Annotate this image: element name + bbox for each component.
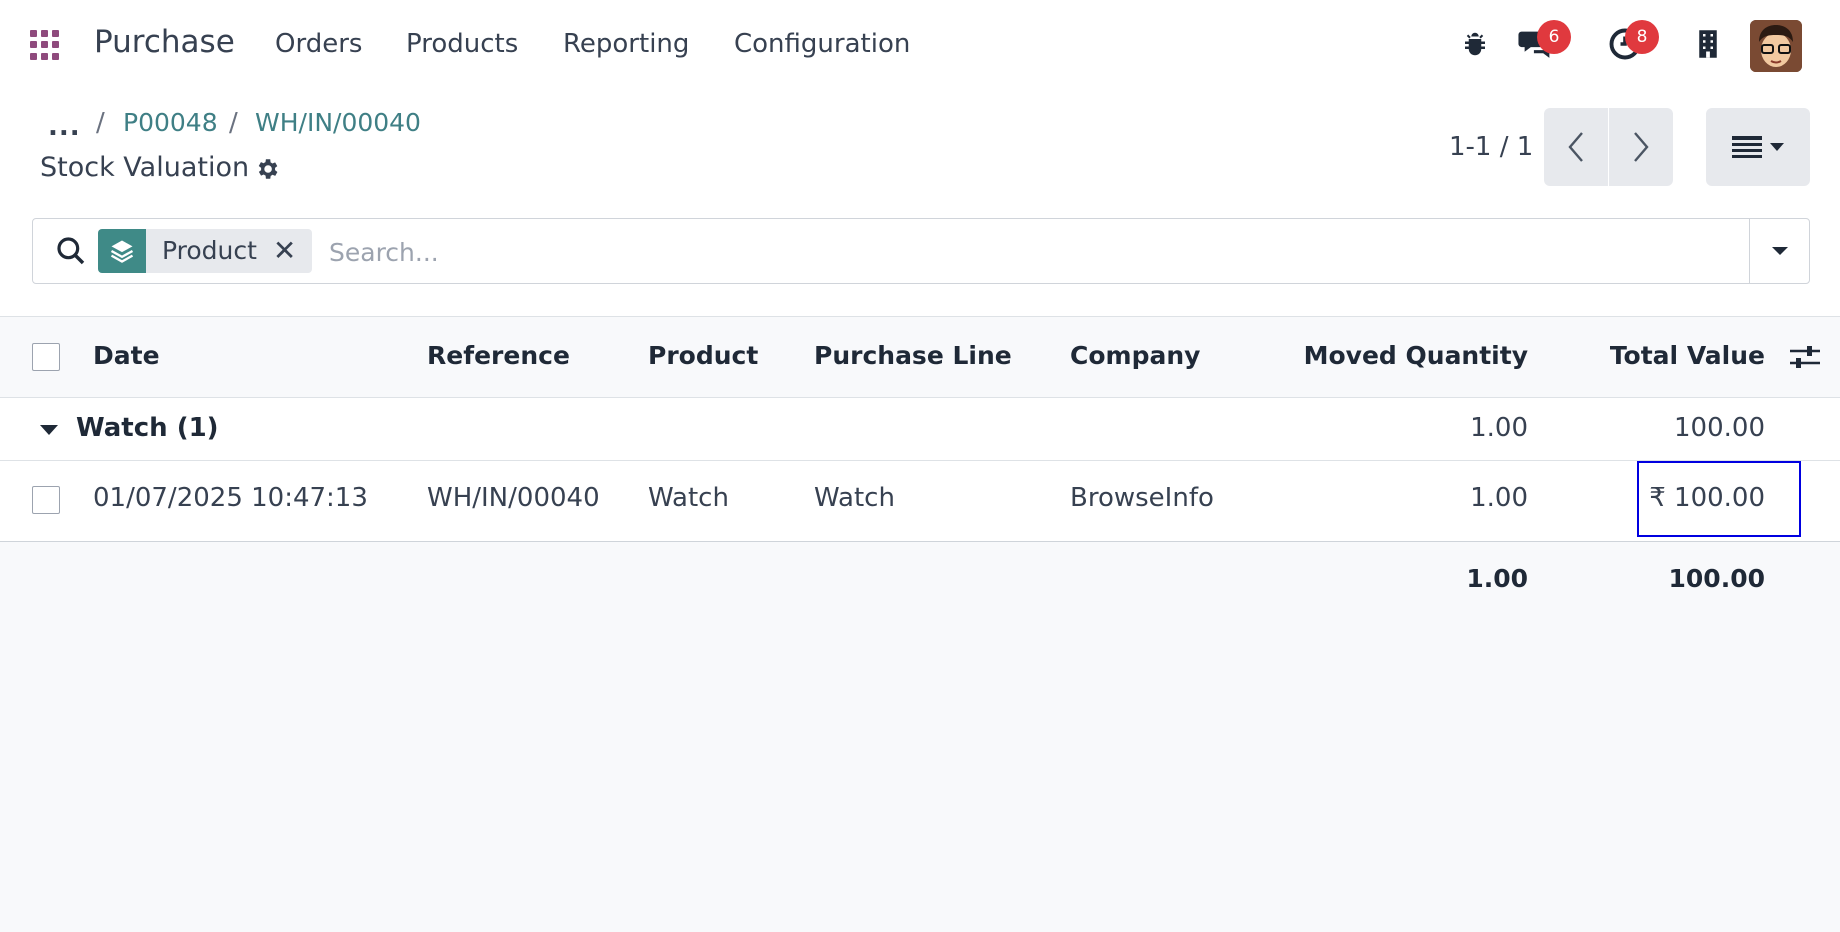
totals-row: 1.00 100.00 [0,542,1840,612]
group-moved-quantity: 1.00 [1470,413,1528,443]
breadcrumb-item-po[interactable]: P00048 [123,108,218,137]
activities-badge: 8 [1625,20,1659,54]
cell-reference: WH/IN/00040 [427,483,600,513]
cell-purchase-line: Watch [814,483,895,513]
list-view: Date Reference Product Purchase Line Com… [0,316,1840,932]
pager-value[interactable]: 1-1 / 1 [1449,132,1533,162]
row-checkbox[interactable] [32,486,60,514]
messages-badge: 6 [1537,20,1571,54]
caret-down-icon [40,425,58,435]
list-view-icon [1732,136,1762,158]
pager-next-button[interactable] [1609,108,1673,186]
search-bar: Product ✕ [32,218,1810,284]
caret-down-icon [1770,143,1784,151]
messages-icon[interactable]: 6 [1515,20,1571,66]
column-header-product[interactable]: Product [648,341,758,370]
search-icon[interactable] [55,235,87,267]
apps-menu-icon[interactable] [30,30,60,60]
nav-products[interactable]: Products [406,29,518,59]
nav-reporting[interactable]: Reporting [563,29,689,59]
debug-bug-icon[interactable] [1453,22,1497,66]
close-icon[interactable]: ✕ [273,229,296,273]
column-header-date[interactable]: Date [93,341,160,370]
cell-moved-quantity: 1.00 [1470,483,1528,513]
caret-down-icon [1772,247,1788,255]
user-avatar[interactable] [1750,20,1802,72]
top-navbar: Purchase Orders Products Reporting Confi… [0,0,1840,92]
column-header-reference[interactable]: Reference [427,341,570,370]
layers-icon [98,229,146,273]
view-switcher-button[interactable] [1706,108,1810,186]
cell-total-value[interactable]: ₹ 100.00 [1560,483,1765,513]
breadcrumb-separator: / [96,108,105,138]
search-facet-product: Product ✕ [98,229,313,273]
app-title[interactable]: Purchase [94,24,235,60]
table-header: Date Reference Product Purchase Line Com… [0,316,1840,398]
column-header-moved-quantity[interactable]: Moved Quantity [1290,341,1528,370]
nav-orders[interactable]: Orders [275,29,362,59]
table-row[interactable]: 01/07/2025 10:47:13 WH/IN/00040 Watch Wa… [0,461,1840,542]
group-row[interactable]: Watch (1) 1.00 100.00 [0,398,1840,461]
cell-company: BrowseInfo [1070,483,1214,513]
column-header-total-value[interactable]: Total Value [1560,341,1765,370]
breadcrumb-dots[interactable]: ... [48,112,81,142]
chevron-left-icon [1568,132,1583,162]
breadcrumb-item-receipt[interactable]: WH/IN/00040 [255,108,421,137]
group-total-value: 100.00 [1674,413,1765,443]
search-input[interactable] [327,229,1481,275]
select-all-checkbox[interactable] [32,343,60,371]
group-label: Watch (1) [76,413,219,443]
search-options-toggle[interactable] [1749,219,1810,283]
breadcrumb-separator: / [229,108,238,138]
facet-label: Product [162,236,257,265]
nav-configuration[interactable]: Configuration [734,29,910,59]
cell-product: Watch [648,483,729,513]
total-total-value: 100.00 [1668,564,1765,593]
cell-date: 01/07/2025 10:47:13 [93,483,368,513]
chevron-right-icon [1634,132,1649,162]
optional-columns-icon[interactable] [1790,343,1820,375]
page-title: Stock Valuation [40,152,250,183]
gear-icon[interactable] [254,156,280,182]
activities-clock-icon[interactable]: 8 [1603,20,1659,66]
column-header-purchase-line[interactable]: Purchase Line [814,341,1012,370]
column-header-company[interactable]: Company [1070,341,1200,370]
company-building-icon[interactable] [1686,22,1730,66]
pager-previous-button[interactable] [1544,108,1608,186]
total-moved-quantity: 1.00 [1466,564,1528,593]
